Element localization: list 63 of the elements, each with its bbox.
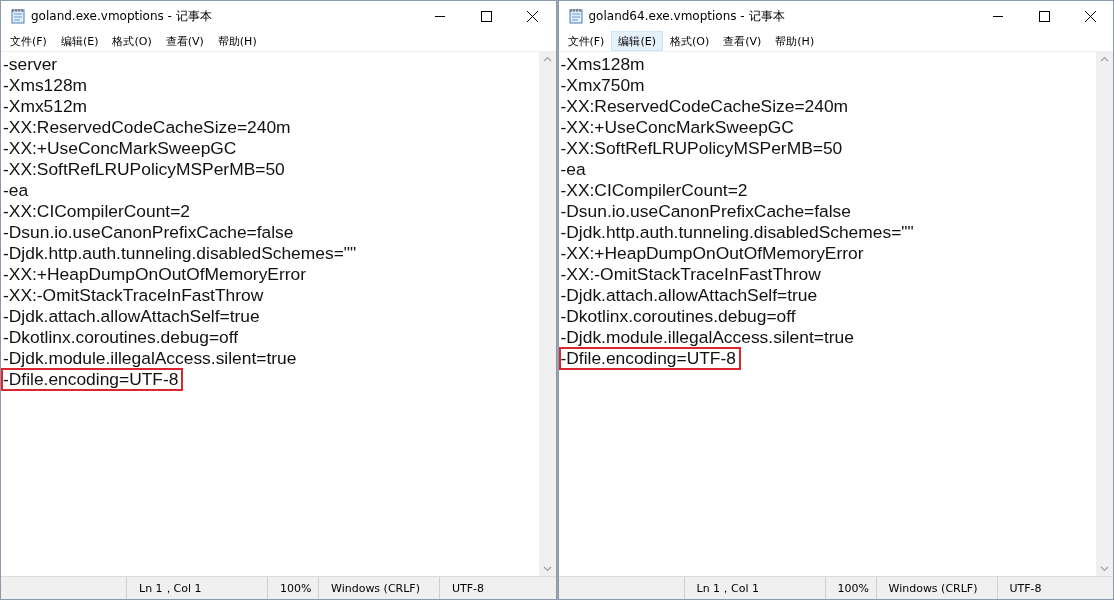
status-text: 100%	[824, 577, 876, 599]
text-line: -Dsun.io.useCanonPrefixCache=false	[3, 222, 294, 243]
menu-item[interactable]: 编辑(E)	[611, 31, 663, 51]
status-text: Windows (CRLF)	[875, 577, 997, 599]
text-line: -XX:-OmitStackTraceInFastThrow	[3, 285, 264, 306]
text-line: -Xmx750m	[560, 75, 645, 96]
text-line: -XX:ReservedCodeCacheSize=240m	[560, 96, 849, 117]
status-text: Ln 1，Col 1	[683, 577, 825, 599]
scrollbar[interactable]	[538, 52, 556, 576]
text-line: -ea	[3, 180, 29, 201]
status-text: Windows (CRLF)	[318, 577, 439, 599]
text-line: -Djdk.attach.allowAttachSelf=true	[560, 285, 818, 306]
scroll-up-icon[interactable]	[542, 56, 552, 62]
maximize-icon	[1038, 10, 1050, 22]
close-icon	[1084, 10, 1096, 22]
menu-item[interactable]: 格式(O)	[662, 31, 717, 51]
menu-item[interactable]: 文件(F)	[3, 31, 54, 51]
maximize-icon	[481, 10, 492, 22]
text-line: -XX:-OmitStackTraceInFastThrow	[560, 264, 821, 285]
menu-item[interactable]: 格式(O)	[105, 31, 159, 51]
text-line: -XX:ReservedCodeCacheSize=240m	[3, 117, 291, 138]
menu-item[interactable]: 帮助(H)	[768, 31, 822, 51]
text-line: -Xms128m	[560, 54, 645, 75]
text-line: -XX:CICompilerCount=2	[3, 201, 191, 222]
text-line: -XX:SoftRefLRUPolicyMSPerMB=50	[560, 138, 843, 159]
status-text: Ln 1，Col 1	[126, 577, 267, 599]
scroll-up-icon[interactable]	[1100, 56, 1109, 62]
text-line: -Xms128m	[3, 75, 88, 96]
menu-item[interactable]: 查看(V)	[716, 31, 769, 51]
window-title: goland64.exe.vmoptions - 记事本	[588, 7, 786, 25]
window-title: goland.exe.vmoptions - 记事本	[31, 7, 213, 25]
scroll-down-icon[interactable]	[542, 566, 552, 572]
text-line: -Dkotlinx.coroutines.debug=off	[560, 306, 796, 327]
text-line: -Xmx512m	[3, 96, 88, 117]
status-text: 100%	[267, 577, 318, 599]
text-line: -Dsun.io.useCanonPrefixCache=false	[560, 201, 851, 222]
highlighted-text-line: -Dfile.encoding=UTF-8	[559, 348, 740, 369]
menu-item[interactable]: 查看(V)	[158, 31, 211, 51]
notepad-icon	[568, 8, 583, 24]
menu-item[interactable]: 编辑(E)	[53, 31, 106, 51]
highlighted-text-line: -Dfile.encoding=UTF-8	[2, 369, 183, 390]
text-line: -Djdk.module.illegalAccess.silent=true	[560, 327, 854, 348]
text-line: -ea	[560, 159, 586, 180]
menu-item[interactable]: 文件(F)	[560, 31, 612, 51]
text-line: -Djdk.http.auth.tunneling.disabledSchemes=""	[3, 243, 357, 264]
text-line: -XX:+UseConcMarkSweepGC	[3, 138, 237, 159]
text-line: -XX:+HeapDumpOnOutOfMemoryError	[560, 243, 864, 264]
close-icon	[527, 10, 538, 22]
text-line: -XX:SoftRefLRUPolicyMSPerMB=50	[3, 159, 285, 180]
status-text: UTF-8	[439, 577, 552, 599]
text-line: -XX:CICompilerCount=2	[560, 180, 748, 201]
menu-item[interactable]: 帮助(H)	[210, 31, 264, 51]
text-line: -Djdk.module.illegalAccess.silent=true	[3, 348, 297, 369]
text-line: -Djdk.attach.allowAttachSelf=true	[3, 306, 260, 327]
notepad-icon	[11, 8, 25, 24]
text-line: -Djdk.http.auth.tunneling.disabledSchemes=""	[560, 222, 914, 243]
text-line: -Dkotlinx.coroutines.debug=off	[3, 327, 239, 348]
text-line: -server	[3, 54, 58, 75]
text-line: -XX:+UseConcMarkSweepGC	[560, 117, 794, 138]
scrollbar[interactable]	[1096, 52, 1113, 576]
scroll-down-icon[interactable]	[1100, 566, 1109, 572]
text-line: -XX:+HeapDumpOnOutOfMemoryError	[3, 264, 306, 285]
status-text: UTF-8	[996, 577, 1110, 599]
